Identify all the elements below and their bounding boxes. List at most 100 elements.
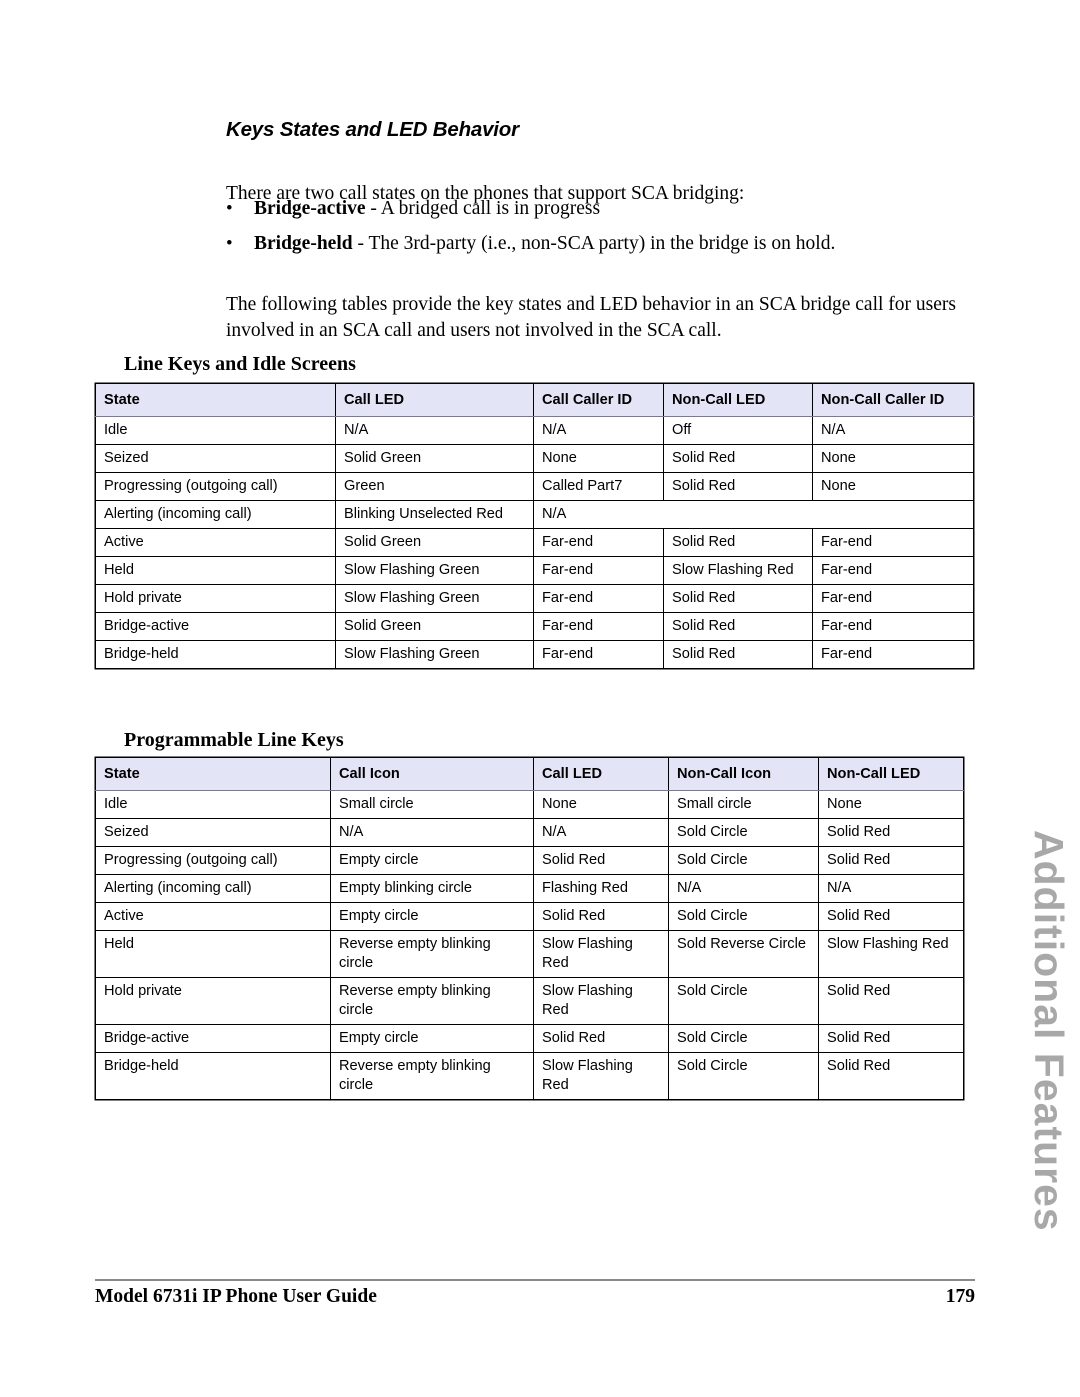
table-cell: N/A — [533, 500, 974, 529]
table-row: Bridge-active Solid Green Far-end Solid Red… — [95, 612, 974, 641]
table-cell: Sold Circle — [668, 977, 819, 1025]
table-cell: Slow Flashing Red — [533, 977, 669, 1025]
table-header-row: State Call LED Call Caller ID Non-Call L… — [95, 383, 974, 417]
cell-state: Bridge-held — [95, 640, 336, 669]
table-row: Progressing (outgoing call) Green Called P… — [95, 472, 974, 501]
bullet-marker: • — [226, 198, 233, 219]
table-row: Seized Solid Green None Solid Red None — [95, 444, 974, 473]
page-title: Keys States and LED Behavior — [226, 118, 519, 141]
table-cell: Solid Red — [663, 444, 813, 473]
column-header-noncall-led: Non-Call LED — [663, 383, 813, 417]
table-cell: Off — [663, 416, 813, 445]
table-cell: None — [812, 444, 974, 473]
column-header-state: State — [95, 383, 336, 417]
table-cell: Far-end — [812, 640, 974, 669]
table-row: Held Slow Flashing Green Far-end Slow Flash… — [95, 556, 974, 585]
table-cell: None — [812, 472, 974, 501]
table-row: Alerting (incoming call) Empty blinking c… — [95, 874, 964, 903]
cell-state: Bridge-active — [95, 612, 336, 641]
table-row: Active Solid Green Far-end Solid Red Far-end — [95, 528, 974, 557]
footer-page-number: 179 — [945, 1286, 975, 1307]
table-cell: Far-end — [533, 584, 664, 613]
table-header-row: State Call Icon Call LED Non-Call Icon N… — [95, 757, 964, 791]
table-cell: Far-end — [533, 556, 664, 585]
table-row: Hold private Reverse empty blinking circl… — [95, 977, 964, 1025]
table-cell: Solid Red — [663, 612, 813, 641]
cell-state: Alerting (incoming call) — [95, 874, 331, 903]
table-cell: Sold Circle — [668, 846, 819, 875]
table-cell: N/A — [812, 416, 974, 445]
list-item-desc: - The 3rd-party (i.e., non-SCA party) in… — [352, 233, 836, 254]
table-row: Bridge-active Empty circle Solid Red Sold C… — [95, 1024, 964, 1053]
table-cell: Slow Flashing Red — [663, 556, 813, 585]
table-cell: Flashing Red — [533, 874, 669, 903]
table-row: Idle N/A N/A Off N/A — [95, 416, 974, 445]
bullet-marker: • — [226, 233, 233, 254]
table-row: Bridge-held Slow Flashing Green Far-end Sol… — [95, 640, 974, 669]
table-cell: None — [533, 790, 669, 819]
footer-divider — [95, 1279, 975, 1281]
table-cell: Slow Flashing Red — [818, 930, 964, 978]
table-cell: Solid Red — [818, 818, 964, 847]
line-keys-heading: Line Keys and Idle Screens — [124, 353, 356, 375]
table-row: Alerting (incoming call) Blinking Unselec… — [95, 500, 974, 529]
list-item-desc: - A bridged call is in progress — [365, 198, 601, 219]
list-item: • Bridge-held - The 3rd-party (i.e., non-… — [226, 231, 986, 257]
cell-state: Progressing (outgoing call) — [95, 472, 336, 501]
cell-state: Alerting (incoming call) — [95, 500, 336, 529]
table-cell: Empty circle — [330, 902, 534, 931]
table-row: Bridge-held Reverse empty blinking circle… — [95, 1052, 964, 1100]
table-cell: Empty circle — [330, 1024, 534, 1053]
table-cell: Sold Circle — [668, 1024, 819, 1053]
cell-state: Held — [95, 930, 331, 978]
table-cell: Solid Red — [818, 846, 964, 875]
table-cell: Solid Green — [335, 444, 534, 473]
cell-state: Bridge-held — [95, 1052, 331, 1100]
table-cell: Far-end — [533, 612, 664, 641]
table-cell: Far-end — [533, 528, 664, 557]
column-header-noncall-caller-id: Non-Call Caller ID — [812, 383, 974, 417]
table-cell: N/A — [335, 416, 534, 445]
table-cell: Far-end — [812, 584, 974, 613]
body-paragraph: The following tables provide the key sta… — [226, 293, 956, 341]
table-cell: Sold Circle — [668, 818, 819, 847]
list-item-term: Bridge-active — [254, 198, 366, 219]
table-cell: Small circle — [668, 790, 819, 819]
cell-state: Seized — [95, 444, 336, 473]
table-cell: N/A — [668, 874, 819, 903]
column-header-call-caller-id: Call Caller ID — [533, 383, 664, 417]
programmable-keys-table: State Call Icon Call LED Non-Call Icon N… — [95, 757, 964, 1100]
cell-state: Idle — [95, 416, 336, 445]
cell-state: Active — [95, 528, 336, 557]
table-cell: Solid Green — [335, 612, 534, 641]
column-header-noncall-icon: Non-Call Icon — [668, 757, 819, 791]
table-cell: Solid Red — [663, 584, 813, 613]
footer-title: Model 6731i IP Phone User Guide — [95, 1286, 377, 1307]
table-cell: Solid Red — [818, 1024, 964, 1053]
table-cell: Solid Red — [663, 640, 813, 669]
table-cell: Solid Red — [533, 846, 669, 875]
table-body: Idle N/A N/A Off N/A Seized Solid Green None Sol… — [95, 416, 974, 669]
table-cell: None — [818, 790, 964, 819]
column-header-state: State — [95, 757, 331, 791]
chapter-tab-label: Additional Features — [1026, 830, 1072, 1232]
column-header-call-led: Call LED — [335, 383, 534, 417]
table-cell: Far-end — [812, 528, 974, 557]
table-header: State Call Icon Call LED Non-Call Icon N… — [95, 757, 964, 791]
table-row: Held Reverse empty blinking circle Slow Fl… — [95, 930, 964, 978]
line-keys-table: State Call LED Call Caller ID Non-Call L… — [95, 383, 974, 669]
table-cell: Slow Flashing Green — [335, 556, 534, 585]
cell-state: Hold private — [95, 977, 331, 1025]
list-item: • Bridge-active - A bridged call is in pr… — [226, 196, 986, 222]
table-cell: N/A — [533, 818, 669, 847]
cell-state: Idle — [95, 790, 331, 819]
cell-state: Active — [95, 902, 331, 931]
table-cell: N/A — [818, 874, 964, 903]
table-cell: N/A — [330, 818, 534, 847]
table-cell: Called Part7 — [533, 472, 664, 501]
table-header: State Call LED Call Caller ID Non-Call L… — [95, 383, 974, 417]
column-header-call-icon: Call Icon — [330, 757, 534, 791]
table-row: Idle Small circle None Small circle None — [95, 790, 964, 819]
table-body: Idle Small circle None Small circle None Seiz… — [95, 790, 964, 1100]
table-cell: Solid Red — [533, 1024, 669, 1053]
